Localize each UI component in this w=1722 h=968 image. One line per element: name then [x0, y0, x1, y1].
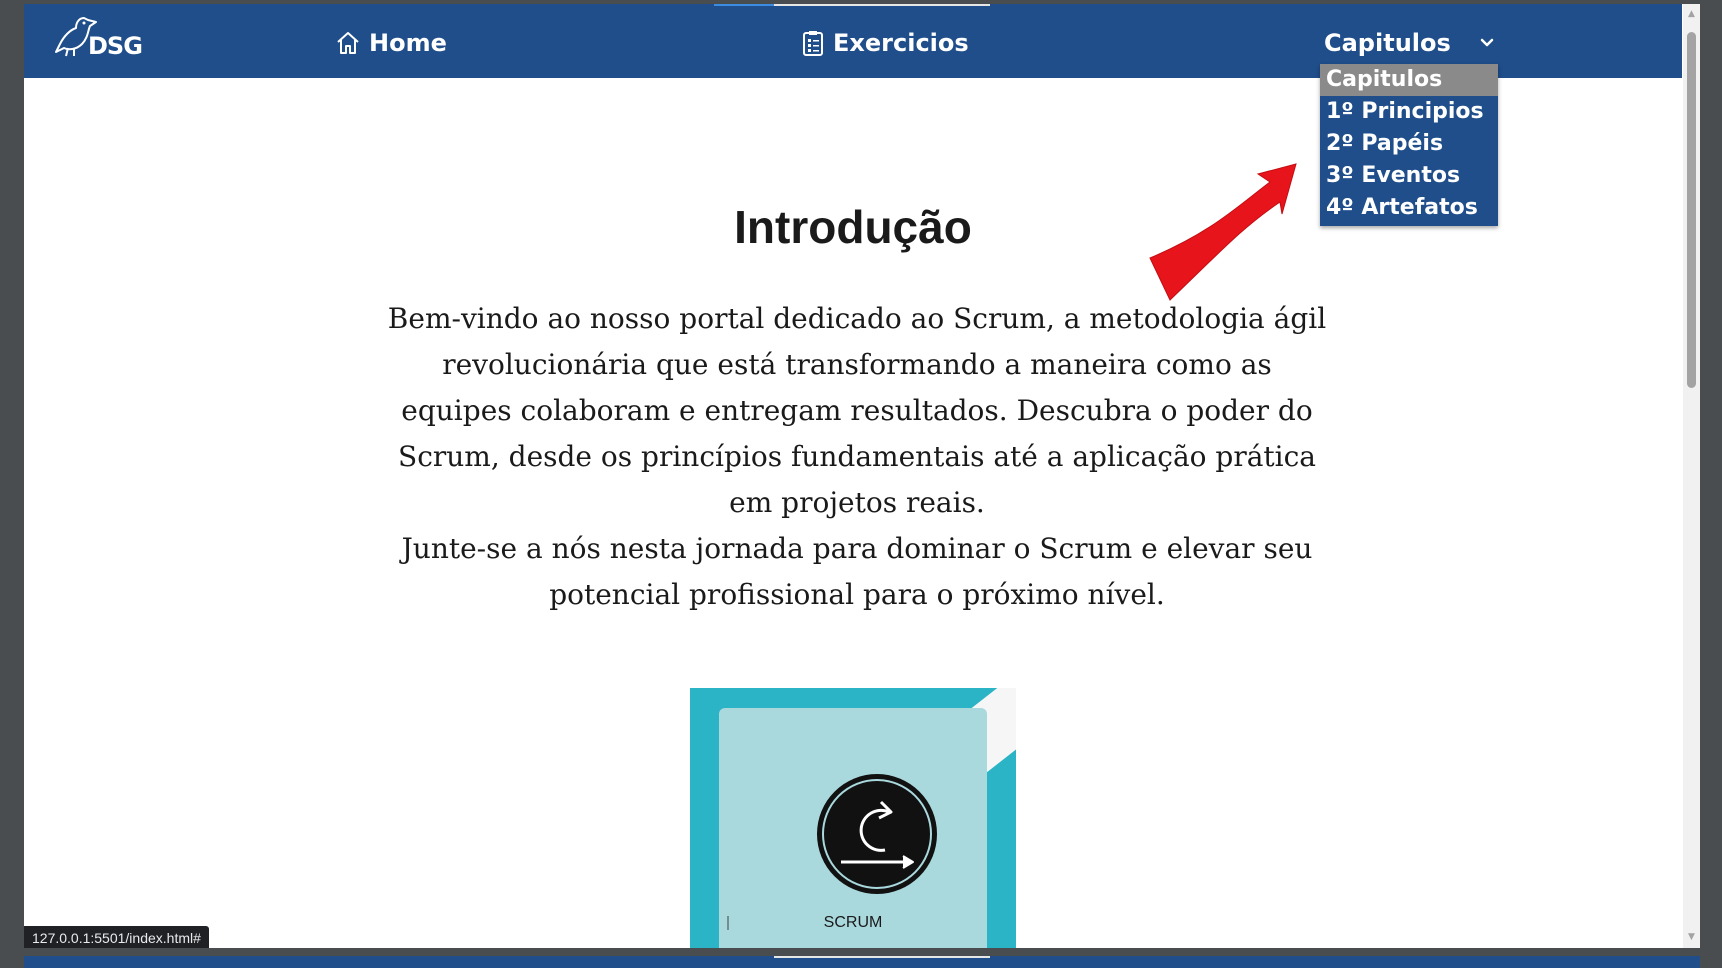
scroll-down-arrow-icon[interactable]: ▼ [1683, 929, 1700, 946]
site-logo[interactable]: DSG [54, 14, 150, 64]
browser-viewport: DSG Home Exercicios Capitulos Capitulos … [24, 4, 1700, 948]
nav-home-label: Home [369, 29, 447, 57]
scrum-cycle-icon [817, 774, 937, 894]
red-arrow-annotation [1149, 163, 1297, 301]
page-title: Introdução [734, 201, 972, 253]
nav-capitulos-dropdown-toggle[interactable]: Capitulos [1324, 26, 1451, 60]
chevron-down-icon[interactable] [1478, 34, 1496, 52]
nav-home-link[interactable]: Home [335, 26, 447, 60]
clipboard-list-icon [801, 29, 825, 57]
nav-exercicios-label: Exercicios [833, 29, 969, 57]
scroll-up-arrow-icon[interactable]: ▲ [1683, 6, 1700, 23]
dropdown-item-eventos[interactable]: 3º Eventos [1320, 160, 1498, 192]
dropdown-item-principios[interactable]: 1º Principios [1320, 96, 1498, 128]
dropdown-item-papeis[interactable]: 2º Papéis [1320, 128, 1498, 160]
dropdown-item-capitulos[interactable]: Capitulos [1320, 64, 1498, 96]
scrollbar-thumb[interactable] [1687, 32, 1696, 388]
vertical-scrollbar[interactable]: ▲ ▼ [1683, 4, 1700, 948]
bottom-navbar-strip [24, 956, 1700, 968]
nav-capitulos-label: Capitulos [1324, 29, 1451, 57]
bottom-strip-line [774, 956, 990, 958]
navbar-top-accent [714, 4, 774, 6]
intro-paragraph: Bem-vindo ao nosso portal dedicado ao Sc… [387, 302, 1327, 519]
scrum-card: SCRUM [719, 708, 987, 948]
navbar-top-line [774, 4, 990, 6]
nav-exercicios-link[interactable]: Exercicios [801, 26, 969, 60]
logo-text: DSG [88, 32, 143, 60]
house-icon [335, 30, 361, 56]
scrum-image-label: SCRUM [823, 914, 883, 931]
intro-text: Bem-vindo ao nosso portal dedicado ao Sc… [384, 296, 1330, 618]
scrum-image: SCRUM [690, 688, 1016, 948]
status-bar-url: 127.0.0.1:5501/index.html# [24, 926, 209, 948]
navbar: DSG Home Exercicios Capitulos Capitulos … [24, 4, 1682, 226]
image-side-mark [727, 916, 729, 930]
intro-paragraph: Junte-se a nós nesta jornada para domina… [401, 532, 1313, 611]
